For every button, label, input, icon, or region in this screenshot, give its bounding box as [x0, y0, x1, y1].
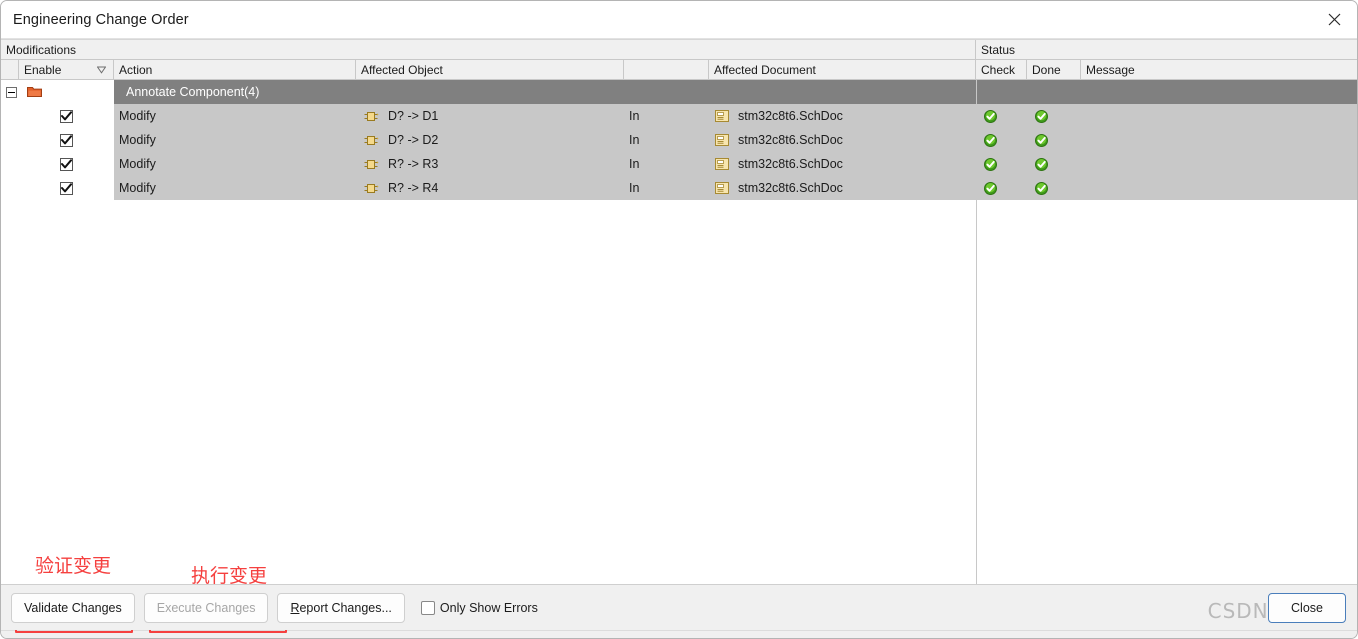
validate-changes-button[interactable]: Validate Changes: [11, 592, 135, 623]
column-header-done[interactable]: Done: [1027, 60, 1081, 79]
column-header-tree[interactable]: [1, 60, 19, 79]
schematic-document-icon: [715, 158, 729, 170]
tree-expand-toggle[interactable]: [6, 86, 17, 98]
status-ok-icon: [1035, 181, 1048, 195]
action-label: Modify: [119, 133, 156, 147]
column-header-enable[interactable]: Enable: [19, 60, 114, 79]
affected-document-label: stm32c8t6.SchDoc: [738, 109, 843, 123]
enable-checkbox[interactable]: [60, 157, 73, 171]
affected-document-label: stm32c8t6.SchDoc: [738, 157, 843, 171]
relation-label: In: [629, 109, 640, 123]
schematic-document-icon: [715, 110, 729, 122]
relation-label: In: [629, 157, 640, 171]
group-row[interactable]: Annotate Component(4): [1, 80, 1357, 104]
column-header-message[interactable]: Message: [1081, 60, 1357, 79]
title-bar: Engineering Change Order: [1, 1, 1357, 39]
report-changes-button[interactable]: Report Changes...: [277, 592, 405, 623]
window-close-button[interactable]: [1311, 1, 1357, 38]
status-ok-icon: [1035, 133, 1048, 147]
status-ok-icon: [1035, 157, 1048, 171]
execute-changes-button[interactable]: Execute Changes: [143, 592, 269, 623]
checkmark-icon: [61, 111, 72, 121]
table-row[interactable]: Modify D? -> D1 In stm32c8t6.SchDoc: [1, 104, 1357, 128]
affected-object-label: D? -> D2: [388, 133, 439, 147]
table-row[interactable]: Modify R? -> R4 In stm32c8t6.SchDoc: [1, 176, 1357, 200]
component-icon: [364, 183, 379, 193]
status-bar: [1, 630, 1357, 638]
sort-descending-icon: [97, 66, 106, 73]
column-header-affected-object[interactable]: Affected Object: [356, 60, 624, 79]
affected-object-label: R? -> R4: [388, 181, 439, 195]
component-icon: [364, 111, 379, 121]
table-row[interactable]: Modify D? -> D2 In stm32c8t6.SchDoc: [1, 128, 1357, 152]
group-header-status: Status: [981, 42, 1016, 57]
close-icon: [1328, 13, 1340, 26]
component-icon: [364, 135, 379, 145]
column-header-enable-label: Enable: [24, 62, 62, 77]
group-header-modifications: Modifications: [1, 40, 976, 59]
modifications-grid: Modifications Status Enable Action Affec…: [1, 39, 1357, 584]
status-ok-icon: [1035, 109, 1048, 123]
relation-label: In: [629, 133, 640, 147]
column-header-check[interactable]: Check: [976, 60, 1027, 79]
affected-document-label: stm32c8t6.SchDoc: [738, 181, 843, 195]
schematic-document-icon: [715, 182, 729, 194]
column-header-affected-document[interactable]: Affected Document: [709, 60, 976, 79]
action-label: Modify: [119, 157, 156, 171]
status-ok-icon: [984, 133, 997, 147]
affected-object-label: D? -> D1: [388, 109, 439, 123]
schematic-document-icon: [715, 134, 729, 146]
enable-checkbox[interactable]: [60, 181, 73, 195]
grid-group-header: Modifications Status: [1, 40, 1357, 60]
folder-icon: [27, 87, 42, 97]
component-icon: [364, 159, 379, 169]
checkmark-icon: [61, 159, 72, 169]
action-label: Modify: [119, 181, 156, 195]
column-header-relation[interactable]: [624, 60, 709, 79]
engineering-change-order-dialog: Engineering Change Order Modifications S…: [0, 0, 1358, 639]
only-show-errors-checkbox[interactable]: Only Show Errors: [420, 600, 538, 615]
affected-object-label: R? -> R3: [388, 157, 439, 171]
status-ok-icon: [984, 157, 997, 171]
enable-checkbox[interactable]: [60, 109, 73, 123]
status-ok-icon: [984, 109, 997, 123]
grid-column-header: Enable Action Affected Object Affected D…: [1, 60, 1357, 80]
affected-document-label: stm32c8t6.SchDoc: [738, 133, 843, 147]
status-ok-icon: [984, 181, 997, 195]
action-label: Modify: [119, 109, 156, 123]
checkmark-icon: [61, 183, 72, 193]
relation-label: In: [629, 181, 640, 195]
table-row[interactable]: Modify R? -> R3 In stm32c8t6.SchDoc: [1, 152, 1357, 176]
checkmark-icon: [61, 135, 72, 145]
report-changes-accel: R: [290, 600, 300, 615]
grid-rows: Annotate Component(4) Modify D? -> D1 In…: [1, 80, 1357, 584]
dialog-footer: Validate Changes Execute Changes Report …: [1, 584, 1357, 630]
only-show-errors-label: Only Show Errors: [439, 600, 538, 615]
page-title: Engineering Change Order: [13, 11, 189, 28]
only-show-errors-box: [420, 600, 435, 615]
report-changes-label: eport Changes...: [299, 600, 392, 615]
enable-checkbox[interactable]: [60, 133, 73, 147]
close-button[interactable]: Close: [1268, 593, 1346, 623]
column-header-action[interactable]: Action: [114, 60, 356, 79]
group-row-label: Annotate Component(4): [126, 85, 260, 99]
